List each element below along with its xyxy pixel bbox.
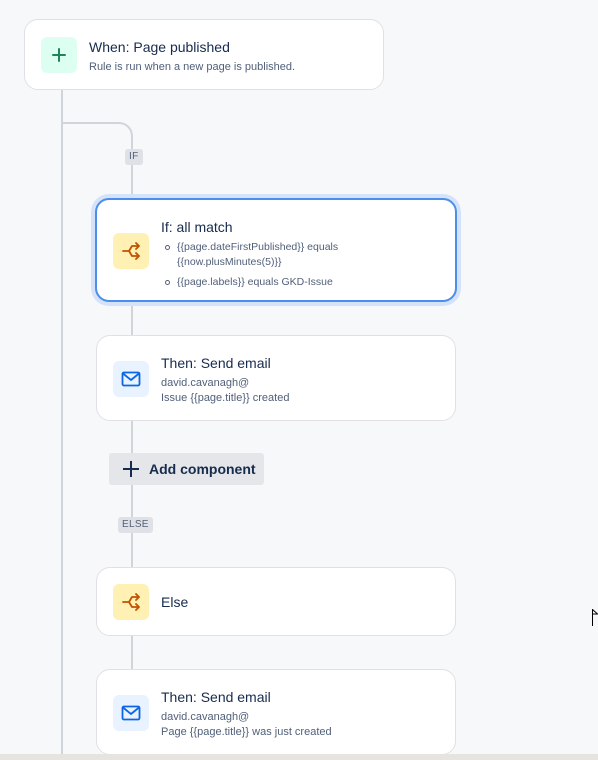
action-title: Then: Send email [161, 689, 271, 705]
else-badge: ELSE [118, 517, 153, 533]
condition-item: {{page.labels}} equals GKD-Issue [163, 275, 443, 290]
else-card[interactable]: Else [96, 567, 456, 636]
action-subject: Page {{page.title}} was just created [161, 726, 332, 738]
branch-icon [122, 242, 140, 260]
action-subject: Issue {{page.title}} created [161, 392, 290, 404]
action-recipient: david.cavanagh@ [161, 711, 250, 723]
plus-icon [52, 48, 66, 62]
condition-card[interactable]: If: all match {{page.dateFirstPublished}… [95, 198, 457, 302]
action-icon-box [113, 361, 149, 397]
condition-item-1-line1: {{page.dateFirstPublished}} equals [177, 241, 339, 253]
branch-connector [61, 122, 133, 152]
mail-icon [121, 705, 141, 721]
action-title: Then: Send email [161, 355, 271, 371]
trigger-title: When: Page published [89, 39, 230, 55]
condition-item-2-line1: {{page.labels}} equals GKD-Issue [177, 276, 333, 288]
action-send-email-card[interactable]: Then: Send email david.cavanagh@ Issue {… [96, 335, 456, 421]
add-component-button[interactable]: Add component [109, 453, 264, 485]
else-send-email-card[interactable]: Then: Send email david.cavanagh@ Page {{… [96, 669, 456, 755]
condition-item: {{page.dateFirstPublished}} equals {{now… [163, 240, 443, 270]
mail-icon [121, 371, 141, 387]
action-recipient: david.cavanagh@ [161, 377, 250, 389]
condition-icon-box [113, 233, 149, 269]
condition-item-1-line2: {{now.plusMinutes(5)}} [177, 256, 282, 268]
plus-icon [121, 459, 141, 479]
add-component-label: Add component [149, 461, 256, 477]
bottom-edge [0, 754, 598, 760]
condition-title: If: all match [161, 219, 233, 235]
main-rail [61, 90, 63, 754]
if-badge: IF [125, 149, 143, 165]
branch-icon [122, 593, 140, 611]
action-icon-box [113, 695, 149, 731]
condition-list: {{page.dateFirstPublished}} equals {{now… [163, 240, 443, 295]
else-title: Else [161, 594, 189, 610]
trigger-card[interactable]: When: Page published Rule is run when a … [24, 19, 384, 90]
else-icon-box [113, 584, 149, 620]
trigger-subtitle: Rule is run when a new page is published… [89, 61, 296, 73]
trigger-icon-box [41, 37, 77, 73]
mouse-cursor-icon [592, 609, 598, 626]
